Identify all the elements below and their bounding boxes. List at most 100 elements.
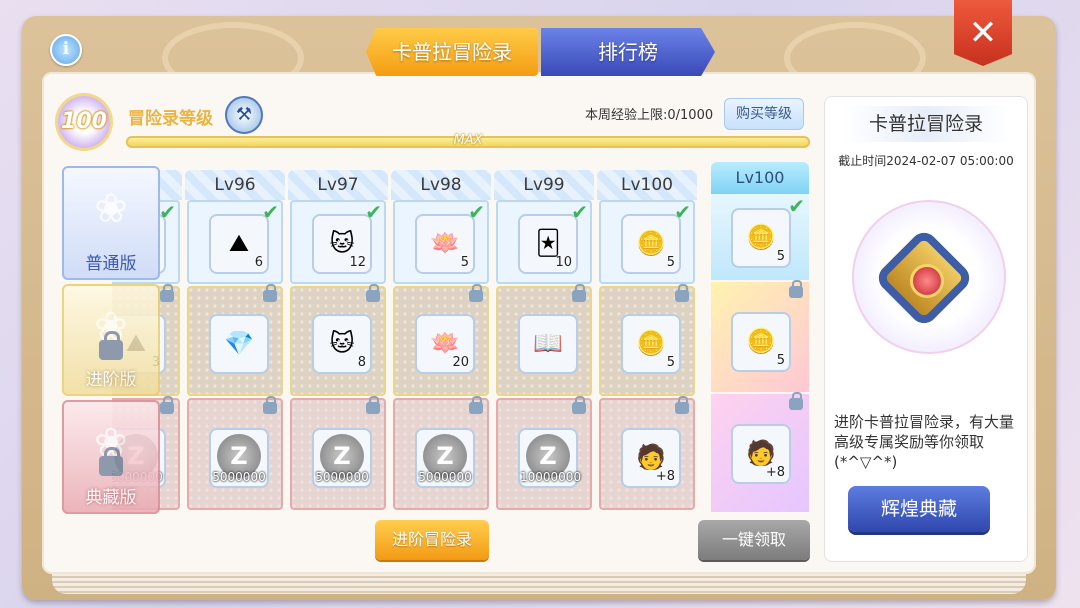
reward-slot[interactable]: 📖: [518, 314, 578, 374]
lock-icon: [675, 284, 689, 302]
tools-icon[interactable]: ⚒: [225, 96, 263, 134]
info-icon[interactable]: i: [50, 34, 82, 66]
tab-adventure[interactable]: 卡普拉冒险录: [366, 28, 538, 76]
lock-icon: [263, 396, 277, 414]
normal-reward-cell[interactable]: 🃏 10 ✔: [496, 200, 592, 284]
normal-reward-cell[interactable]: 🐱 12 ✔: [290, 200, 386, 284]
lock-icon: [789, 280, 803, 298]
advanced-reward-cell[interactable]: 🪙 5: [599, 284, 695, 396]
collector-reward-cell[interactable]: 🧑 +8: [599, 396, 695, 510]
pinned-collector-reward[interactable]: 🧑 +8: [711, 392, 809, 512]
reward-slot[interactable]: 🧑 +8: [621, 428, 681, 488]
advanced-reward-cell[interactable]: 🐱 8: [290, 284, 386, 396]
reward-slot[interactable]: 🪙 5: [621, 214, 681, 274]
reward-slot[interactable]: 🐱 12: [312, 214, 372, 274]
pinned-normal-reward[interactable]: 🪙 5 ✔: [711, 194, 809, 280]
reward-slot[interactable]: Z5000000: [415, 428, 475, 488]
deadline-text: 截止时间2024-02-07 05:00:00: [838, 154, 1014, 168]
reward-count: 5: [776, 249, 785, 264]
tier-collector[interactable]: ❀ 典藏版: [62, 400, 160, 514]
reward-slot[interactable]: ⛰ 6: [209, 214, 269, 274]
panel-description: 进阶卡普拉冒险录，有大量高级专属奖励等你领取(*^▽^*): [834, 413, 1015, 471]
reward-slot[interactable]: 🪙 5: [621, 314, 681, 374]
pinned-level-header: Lv100: [711, 162, 809, 194]
gold-cat-coin-icon: 🐱: [329, 329, 355, 357]
advanced-reward-cell[interactable]: 📖: [496, 284, 592, 396]
reward-count: 5: [776, 353, 785, 368]
cat-medal-icon: 🐱: [329, 229, 355, 257]
reward-slot[interactable]: 🪷 20: [415, 314, 475, 374]
buy-level-button[interactable]: 购买等级: [724, 98, 804, 130]
gold-coin-icon: 🪙: [636, 229, 666, 257]
lock-icon: [675, 396, 689, 414]
gold-coin-icon: 🪙: [746, 223, 776, 251]
lock-icon: [469, 284, 483, 302]
reward-count: 5000000: [212, 470, 266, 484]
reward-slot[interactable]: 🪙 5: [731, 312, 791, 372]
collector-reward-cell[interactable]: Z5000000: [290, 396, 386, 510]
lock-icon: [789, 392, 803, 410]
lock-icon: [572, 396, 586, 414]
reward-slot[interactable]: 🧑 +8: [731, 424, 791, 484]
normal-reward-cell[interactable]: 🪙 5 ✔: [599, 200, 695, 284]
advance-adventure-button[interactable]: 进阶冒险录: [375, 520, 489, 560]
level-badge: 100: [58, 96, 110, 148]
character-card-icon: 🧑: [636, 443, 666, 471]
lotus-icon: 🪷: [430, 329, 460, 357]
reward-count: 10000000: [520, 470, 582, 484]
close-button[interactable]: ✕: [954, 0, 1012, 66]
reward-count: 5000000: [315, 470, 369, 484]
reward-column: Lv100 🪙 5 ✔ 🪙 5 🧑 +8: [597, 170, 697, 512]
lock-icon: [99, 447, 123, 476]
reward-count: 6: [254, 255, 263, 270]
advanced-reward-cell[interactable]: 💎: [187, 284, 283, 396]
check-icon: ✔: [262, 200, 279, 224]
reward-column: Lv99 🃏 10 ✔ 📖 Z 10000000: [494, 170, 594, 512]
reward-count: +8: [765, 465, 785, 480]
reward-slot[interactable]: 🪷 5: [415, 214, 475, 274]
crystal-icon: 💎: [224, 329, 254, 357]
reward-column: Lv98 🪷 5 ✔ 🪷 20 Z 5000000: [391, 170, 491, 512]
glorious-collection-button[interactable]: 辉煌典藏: [848, 486, 990, 532]
reward-slot[interactable]: 🃏 10: [518, 214, 578, 274]
level-header: Lv100: [597, 170, 697, 200]
book-icon: 📖: [533, 329, 563, 357]
weekly-exp-limit: 本周经验上限:0/1000: [585, 108, 714, 123]
reward-count: 5: [666, 355, 675, 370]
reward-slot[interactable]: Z5000000: [209, 428, 269, 488]
panel-title: 卡普拉冒险录: [842, 106, 1010, 142]
check-icon: ✔: [571, 200, 588, 224]
tier-normal[interactable]: ❀ 普通版: [62, 166, 160, 280]
lock-icon: [469, 396, 483, 414]
reward-count: 5: [460, 255, 469, 270]
collector-reward-cell[interactable]: Z5000000: [393, 396, 489, 510]
pinned-advanced-reward[interactable]: 🪙 5: [711, 280, 809, 392]
collector-reward-cell[interactable]: Z 10000000: [496, 396, 592, 510]
reward-slot[interactable]: Z5000000: [312, 428, 372, 488]
tier-label: 典藏版: [85, 488, 137, 508]
lock-icon: [366, 396, 380, 414]
blue-card-icon: 🃏: [535, 229, 561, 257]
lock-icon: [160, 396, 174, 414]
reward-grid[interactable]: 95🎫30✔⛰3Z5000000Lv96⛰6✔💎Z5000000Lv97🐱12✔…: [112, 170, 712, 512]
tab-ranking[interactable]: 排行榜: [541, 28, 715, 76]
lock-icon: [99, 331, 123, 360]
collector-reward-cell[interactable]: Z5000000: [187, 396, 283, 510]
normal-reward-cell[interactable]: ⛰ 6 ✔: [187, 200, 283, 284]
reward-slot[interactable]: Z 10000000: [518, 428, 582, 488]
level-header: Lv96: [185, 170, 285, 200]
check-icon: ✔: [468, 200, 485, 224]
emblem-gem-icon: [910, 264, 944, 298]
normal-reward-cell[interactable]: 🪷 5 ✔: [393, 200, 489, 284]
progress-max-text: MAX: [453, 133, 483, 148]
reward-slot[interactable]: 🐱 8: [312, 314, 372, 374]
reward-count: 12: [349, 255, 366, 270]
reward-slot[interactable]: 🪙 5: [731, 208, 791, 268]
advanced-reward-cell[interactable]: 🪷 20: [393, 284, 489, 396]
reward-column: Lv96 ⛰ 6 ✔ 💎 Z 5000000: [185, 170, 285, 512]
pinned-milestone-column[interactable]: Lv100 🪙 5 ✔ 🪙 5 🧑 +8: [711, 162, 809, 514]
tier-advanced[interactable]: ❀ 进阶版: [62, 284, 160, 396]
claim-all-button[interactable]: 一键领取: [698, 520, 810, 560]
reward-slot[interactable]: 💎: [209, 314, 269, 374]
check-icon: ✔: [159, 200, 176, 224]
